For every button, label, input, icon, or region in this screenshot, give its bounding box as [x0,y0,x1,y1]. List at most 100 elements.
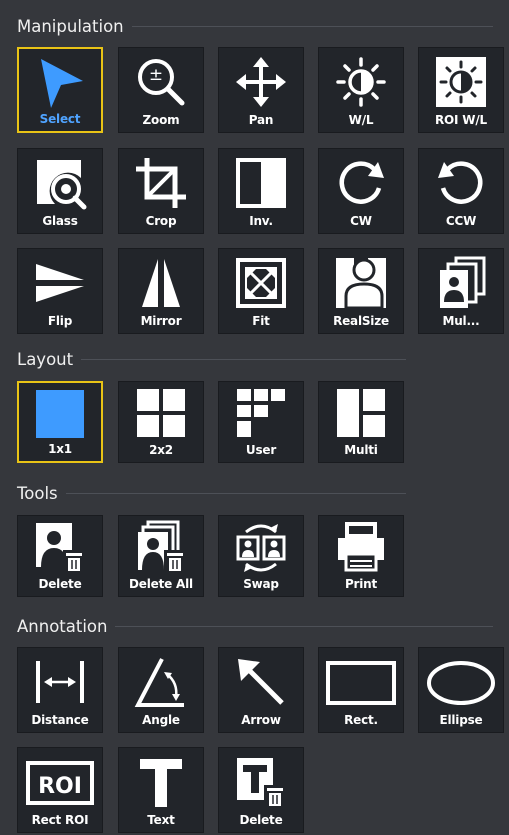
arrow-pointer-icon [19,56,101,110]
flip-button[interactable]: Flip [17,248,103,334]
section-divider [131,25,493,27]
invert-button[interactable]: Inv. [218,148,304,234]
rectangle-button[interactable]: Rect. [318,647,404,733]
button-label: Ellipse [439,713,483,727]
button-label: Delete [239,813,283,827]
fit-icon [219,256,303,310]
button-label: Text [147,813,175,827]
delete-image-icon [18,521,102,573]
swap-icon [219,521,303,573]
rotate-cw-icon [319,156,403,210]
section-title: Manipulation [17,16,124,36]
section-header-manipulation: Manipulation [17,14,493,38]
arrow-icon [219,655,303,709]
button-label: Select [39,112,81,126]
magnifier-glass-icon [18,156,102,210]
section-title: Tools [17,483,58,503]
crop-button[interactable]: Crop [118,148,204,234]
layout-multi-icon [319,387,403,439]
section-divider [81,358,406,360]
section-header-layout: Layout [17,347,406,371]
button-label: CCW [445,214,477,228]
button-label: Inv. [249,214,273,228]
delete-image-button[interactable]: Delete [17,515,103,597]
invert-icon [219,156,303,210]
print-icon [319,521,403,573]
ellipse-button[interactable]: Ellipse [418,647,504,733]
delete-all-icon [119,520,203,573]
section-divider [115,625,493,627]
button-label: Print [344,577,378,591]
rectangle-icon [319,655,403,709]
text-icon [119,755,203,809]
multi-image-icon [419,256,503,310]
text-button[interactable]: Text [118,747,204,833]
button-label: CW [350,214,372,228]
button-label: Pan [248,113,274,127]
button-label: Rect ROI [31,813,89,827]
button-label: Arrow [241,713,281,727]
button-label: Glass [42,214,78,228]
layout-1x1-button[interactable]: 1x1 [17,381,103,463]
distance-icon [18,655,102,709]
swap-button[interactable]: Swap [218,515,304,597]
pan-button[interactable]: Pan [218,47,304,133]
angle-button[interactable]: Angle [118,647,204,733]
layout-user-button[interactable]: User [218,381,304,463]
button-label: Mirror [140,314,182,328]
button-label: 2x2 [149,443,173,457]
section-header-annotation: Annotation [17,614,493,638]
section-title: Annotation [17,616,108,636]
svg-text:±: ± [149,65,163,85]
layout-1x1-icon [19,388,101,440]
delete-all-button[interactable]: Delete All [118,515,204,597]
rect-roi-button[interactable]: ROI Rect ROI [17,747,103,833]
layout-user-icon [219,387,303,439]
layout-2x2-icon [119,387,203,439]
roi-window-level-button[interactable]: ROI W/L [418,47,504,133]
button-label: W/L [348,113,374,127]
multi-image-button[interactable]: Mul... [418,248,504,334]
tool-panel: Manipulation Layout Tools Annotation Sel… [0,0,509,835]
mirror-button[interactable]: Mirror [118,248,204,334]
mirror-icon [119,256,203,310]
button-label: Rect. [344,713,378,727]
layout-2x2-button[interactable]: 2x2 [118,381,204,463]
section-header-tools: Tools [17,481,406,505]
rect-roi-icon: ROI [18,755,102,809]
layout-multi-button[interactable]: Multi [318,381,404,463]
roi-label: ROI [38,774,82,799]
angle-icon [119,655,203,709]
button-label: Flip [47,314,73,328]
flip-icon [18,256,102,310]
delete-annotation-icon [219,755,303,809]
real-size-button[interactable]: RealSize [318,248,404,334]
pan-icon [219,55,303,109]
button-label: RealSize [333,314,389,328]
button-label: Zoom [142,113,180,127]
window-level-button[interactable]: W/L [318,47,404,133]
section-title: Layout [17,349,74,369]
rotate-ccw-button[interactable]: CCW [418,148,504,234]
button-label: Multi [344,443,378,457]
zoom-icon: ± [119,55,203,109]
glass-button[interactable]: Glass [17,148,103,234]
rotate-cw-button[interactable]: CW [318,148,404,234]
arrow-button[interactable]: Arrow [218,647,304,733]
window-level-icon [319,55,403,109]
crop-icon [119,156,203,210]
print-button[interactable]: Print [318,515,404,597]
delete-annotation-button[interactable]: Delete [218,747,304,833]
button-label: Crop [145,214,177,228]
select-button[interactable]: Select [17,47,103,133]
distance-button[interactable]: Distance [17,647,103,733]
button-label: 1x1 [48,442,72,456]
button-label: Swap [243,577,279,591]
button-label: Distance [31,713,89,727]
section-divider [65,492,406,494]
button-label: Mul... [442,314,480,328]
zoom-button[interactable]: ± Zoom [118,47,204,133]
roi-window-level-icon [419,55,503,109]
button-label: Angle [142,713,180,727]
fit-button[interactable]: Fit [218,248,304,334]
